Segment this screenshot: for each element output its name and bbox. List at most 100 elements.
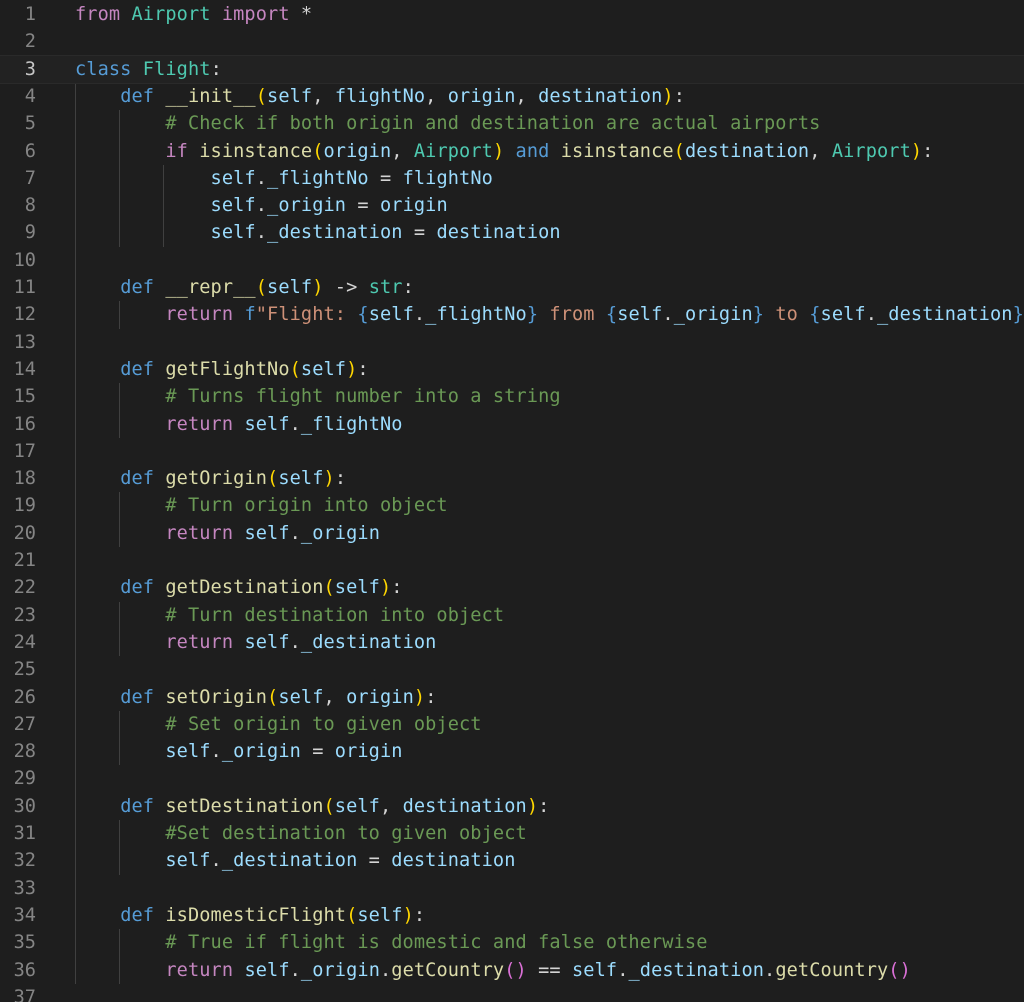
code-token: .	[255, 195, 268, 217]
code-text[interactable]: self._origin = origin	[75, 192, 448, 219]
code-line[interactable]: 11 def __repr__(self) -> str:	[0, 274, 1024, 301]
code-text[interactable]: if isinstance(origin, Airport) and isins…	[75, 138, 933, 165]
code-line[interactable]: 10	[0, 247, 1024, 274]
code-line[interactable]: 32 self._destination = destination	[0, 847, 1024, 874]
code-text[interactable]: def setDestination(self, destination):	[75, 793, 549, 820]
code-line[interactable]: 12 return f"Flight: {self._flightNo} fro…	[0, 301, 1024, 328]
code-text[interactable]: def getDestination(self):	[75, 574, 403, 601]
code-line[interactable]: 9 self._destination = destination	[0, 219, 1024, 246]
line-number: 5	[24, 113, 36, 135]
code-text[interactable]: return self._flightNo	[75, 411, 403, 438]
code-line[interactable]: 36 return self._origin.getCountry() == s…	[0, 957, 1024, 984]
code-text[interactable]: self._origin = origin	[75, 738, 403, 765]
code-token: Flight	[142, 58, 211, 80]
code-token: ()	[888, 959, 911, 981]
code-text[interactable]: return f"Flight: {self._flightNo} from {…	[75, 301, 1024, 328]
code-text[interactable]: # Set origin to given object	[75, 711, 482, 738]
line-number: 19	[13, 495, 36, 517]
code-text[interactable]: return self._destination	[75, 629, 436, 656]
code-line[interactable]: 15 # Turns flight number into a string	[0, 383, 1024, 410]
code-line[interactable]: 30 def setDestination(self, destination)…	[0, 793, 1024, 820]
code-line[interactable]: 6 if isinstance(origin, Airport) and isi…	[0, 138, 1024, 165]
code-line[interactable]: 13	[0, 329, 1024, 356]
code-text[interactable]: from Airport import *	[75, 1, 312, 28]
code-line[interactable]: 2	[0, 28, 1024, 55]
code-line[interactable]: 23 # Turn destination into object	[0, 602, 1024, 629]
code-line[interactable]: 25	[0, 656, 1024, 683]
code-line[interactable]: 29	[0, 765, 1024, 792]
code-line[interactable]: 33	[0, 875, 1024, 902]
code-token: :	[334, 468, 347, 490]
code-line[interactable]: 31 #Set destination to given object	[0, 820, 1024, 847]
code-token: )	[910, 140, 923, 162]
code-token: _flightNo	[425, 304, 527, 326]
line-number: 2	[24, 31, 36, 53]
code-text[interactable]: # Turn origin into object	[75, 492, 448, 519]
code-text[interactable]: class Flight:	[75, 56, 222, 83]
code-token: self	[244, 413, 290, 435]
code-text[interactable]: def __repr__(self) -> str:	[75, 274, 414, 301]
code-token: .	[764, 959, 776, 981]
code-token: from	[538, 304, 606, 326]
code-line[interactable]: 7 self._flightNo = flightNo	[0, 165, 1024, 192]
code-text[interactable]: self._flightNo = flightNo	[75, 165, 493, 192]
code-line[interactable]: 22 def getDestination(self):	[0, 574, 1024, 601]
code-text[interactable]: return self._origin	[75, 520, 380, 547]
code-token: destination	[436, 222, 561, 244]
code-token: self	[210, 167, 256, 189]
code-line[interactable]: 35 # True if flight is domestic and fals…	[0, 929, 1024, 956]
code-editor[interactable]: 1 from Airport import * 2 3 class Flight: 4 d…	[0, 0, 1024, 1002]
code-line[interactable]: 5 # Check if both origin and destination…	[0, 110, 1024, 137]
code-line[interactable]: 28 self._origin = origin	[0, 738, 1024, 765]
code-text[interactable]: def getOrigin(self):	[75, 465, 346, 492]
line-number: 16	[13, 413, 36, 435]
code-line[interactable]: 18 def getOrigin(self):	[0, 465, 1024, 492]
code-line[interactable]: 4 def __init__(self, flightNo, origin, d…	[0, 83, 1024, 110]
code-text[interactable]: # True if flight is domestic and false o…	[75, 929, 708, 956]
code-line[interactable]: 17	[0, 438, 1024, 465]
code-token: (	[255, 277, 268, 298]
code-text[interactable]: self._destination = destination	[75, 847, 516, 874]
code-token: _origin	[300, 959, 380, 981]
code-text[interactable]: # Turns flight number into a string	[75, 383, 561, 410]
code-line[interactable]: 19 # Turn origin into object	[0, 492, 1024, 519]
code-line[interactable]: 1 from Airport import *	[0, 1, 1024, 28]
code-token: return	[165, 304, 234, 326]
code-token: self	[244, 522, 290, 544]
code-line[interactable]: 27 # Set origin to given object	[0, 711, 1024, 738]
code-text[interactable]: def getFlightNo(self):	[75, 356, 369, 383]
code-token: .	[617, 959, 629, 981]
code-line[interactable]: 21	[0, 547, 1024, 574]
code-token: .	[865, 304, 878, 326]
code-token: self	[278, 686, 324, 708]
code-line[interactable]: 37	[0, 984, 1024, 1002]
code-text[interactable]: return self._origin.getCountry() == self…	[75, 957, 911, 984]
code-line[interactable]: 16 return self._flightNo	[0, 411, 1024, 438]
line-number: 30	[13, 795, 36, 817]
code-token: f	[244, 304, 256, 326]
code-line[interactable]: 34 def isDomesticFlight(self):	[0, 902, 1024, 929]
code-token: self	[334, 577, 380, 599]
code-text[interactable]: def isDomesticFlight(self):	[75, 902, 425, 929]
code-line[interactable]: 14 def getFlightNo(self):	[0, 356, 1024, 383]
code-text[interactable]: # Check if both origin and destination a…	[75, 110, 820, 137]
code-token: _destination	[221, 850, 358, 872]
code-token: def	[120, 468, 155, 490]
code-line[interactable]: 24 return self._destination	[0, 629, 1024, 656]
code-line[interactable]: 20 return self._origin	[0, 520, 1024, 547]
code-token: self	[334, 795, 380, 817]
code-line[interactable]: 26 def setOrigin(self, origin):	[0, 684, 1024, 711]
code-text[interactable]: def setOrigin(self, origin):	[75, 684, 436, 711]
code-text[interactable]: def __init__(self, flightNo, origin, des…	[75, 83, 685, 110]
code-line[interactable]: 3 class Flight:	[0, 54, 1024, 84]
code-text[interactable]: #Set destination to given object	[75, 820, 527, 847]
code-line[interactable]: 8 self._origin = origin	[0, 192, 1024, 219]
code-text[interactable]: self._destination = destination	[75, 219, 561, 246]
code-text[interactable]: # Turn destination into object	[75, 602, 504, 629]
